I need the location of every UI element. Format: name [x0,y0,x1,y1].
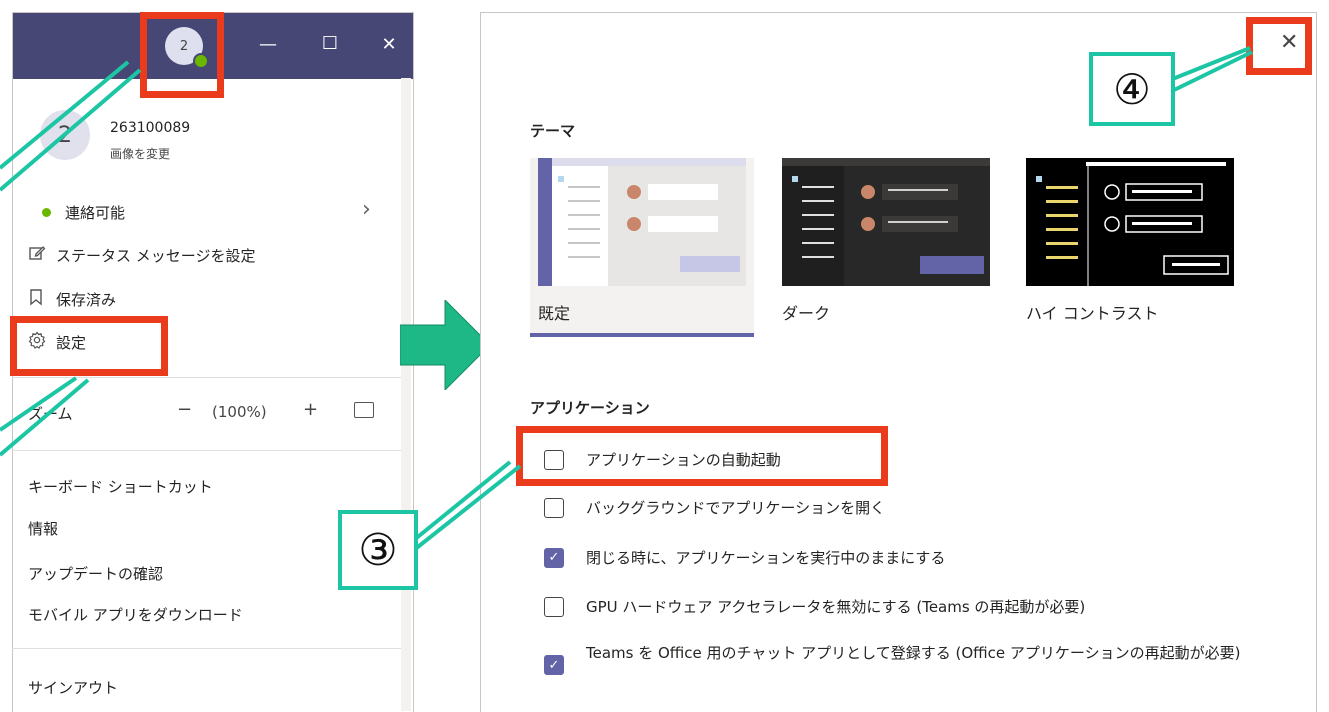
step-4-callout: ④ [1089,52,1175,126]
step-3-callout: ③ [338,510,418,590]
